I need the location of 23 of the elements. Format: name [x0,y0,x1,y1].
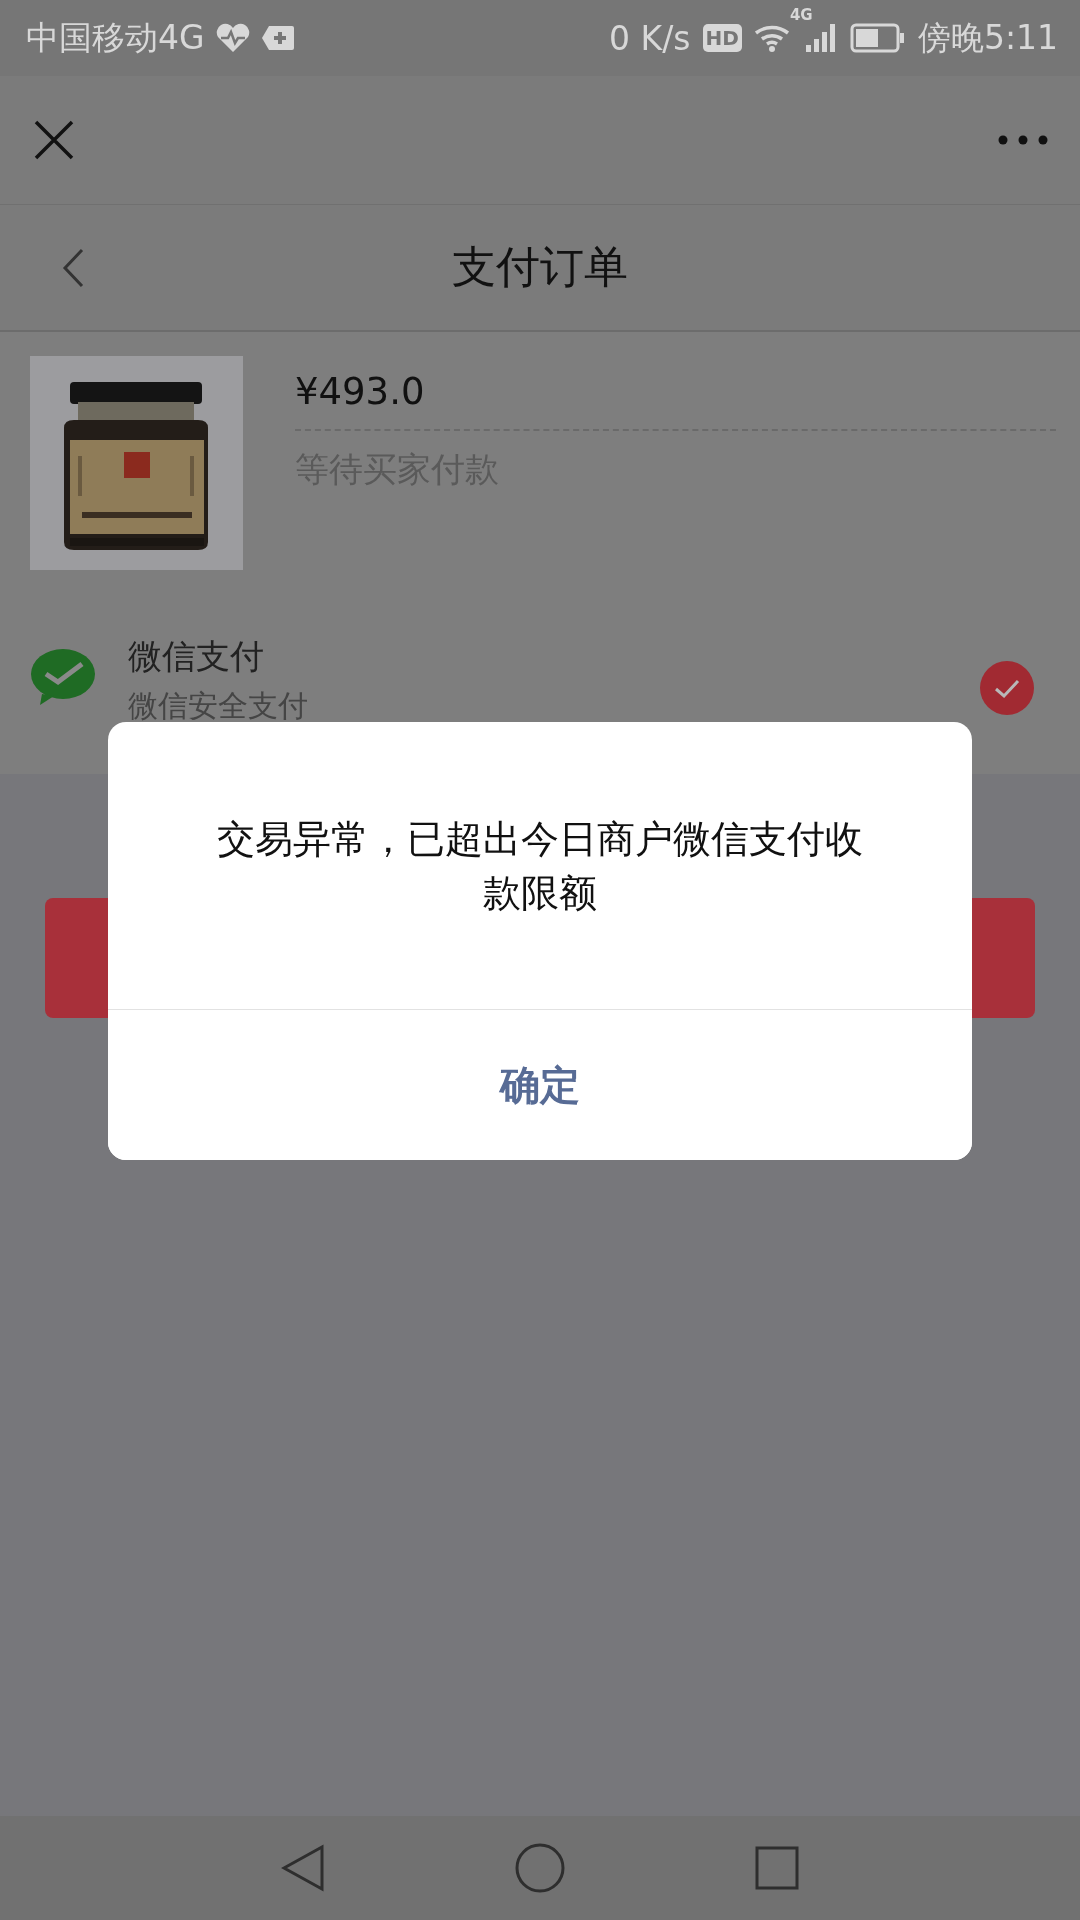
carrier-name: 中国移动4G [26,16,205,59]
page-title: 支付订单 [452,240,628,294]
checked-radio-icon[interactable] [979,660,1035,716]
back-icon[interactable] [62,248,84,288]
home-circle-icon[interactable] [515,1843,565,1893]
hd-badge: HD [702,24,742,52]
dialog-message: 交易异常，已超出今日商户微信支付收款限额 [216,815,864,917]
network-type: 4G [789,5,813,24]
signal-icon [805,22,838,53]
payment-option[interactable]: 微信支付 微信安全支付 [0,570,1080,727]
battery-icon [849,23,906,53]
order-price: ¥493.0 [295,370,1056,431]
network-speed: 0 K/s [609,18,691,58]
medical-icon [260,25,295,51]
back-triangle-icon[interactable] [281,1844,325,1892]
recent-square-icon[interactable] [755,1846,799,1890]
chat-check-icon [30,648,96,706]
more-icon[interactable] [998,135,1048,145]
payment-name: 微信支付 [128,635,265,678]
payment-subtitle: 微信安全支付 [128,687,309,725]
clock-time: 傍晚5:11 [917,16,1058,59]
close-icon[interactable] [34,120,74,160]
heart-rate-icon [214,23,251,53]
